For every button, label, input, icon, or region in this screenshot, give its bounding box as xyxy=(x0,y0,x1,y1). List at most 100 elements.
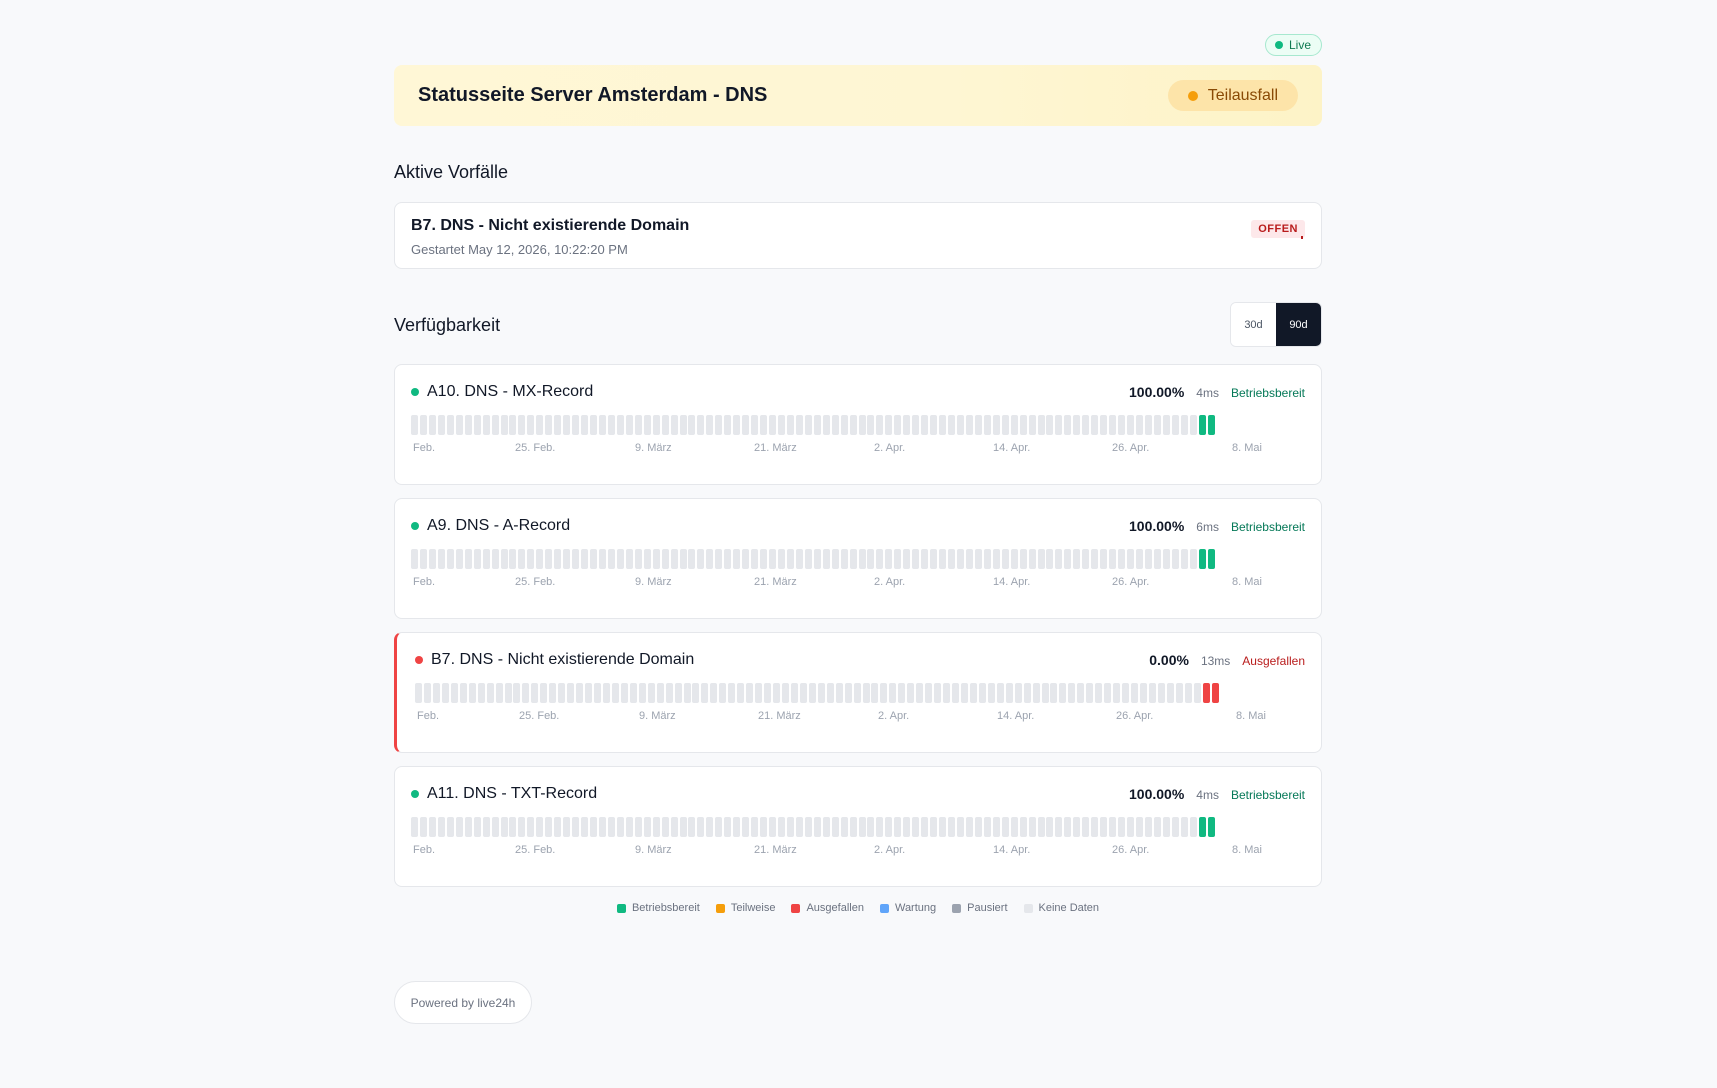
uptime-bar-no-data[interactable] xyxy=(1109,549,1117,569)
uptime-bar-no-data[interactable] xyxy=(715,415,723,435)
uptime-bar-no-data[interactable] xyxy=(867,549,875,569)
uptime-bar-no-data[interactable] xyxy=(1028,549,1036,569)
uptime-bar-no-data[interactable] xyxy=(826,683,834,703)
uptime-bar-no-data[interactable] xyxy=(733,817,741,837)
uptime-bar-no-data[interactable] xyxy=(751,549,759,569)
uptime-bar-no-data[interactable] xyxy=(581,549,589,569)
uptime-bar-no-data[interactable] xyxy=(760,415,768,435)
uptime-bar-no-data[interactable] xyxy=(1184,683,1192,703)
uptime-bar-no-data[interactable] xyxy=(795,549,803,569)
uptime-bar-no-data[interactable] xyxy=(1189,817,1197,837)
uptime-bar-no-data[interactable] xyxy=(858,817,866,837)
uptime-bar-no-data[interactable] xyxy=(473,415,481,435)
uptime-bar-no-data[interactable] xyxy=(1073,415,1081,435)
uptime-bar-no-data[interactable] xyxy=(849,415,857,435)
uptime-bar-no-data[interactable] xyxy=(554,817,562,837)
uptime-bar-no-data[interactable] xyxy=(885,817,893,837)
uptime-bar-no-data[interactable] xyxy=(912,817,920,837)
uptime-bar-no-data[interactable] xyxy=(518,549,526,569)
uptime-bar-no-data[interactable] xyxy=(996,683,1004,703)
uptime-bar-no-data[interactable] xyxy=(1073,817,1081,837)
uptime-bar-no-data[interactable] xyxy=(965,415,973,435)
uptime-bar-no-data[interactable] xyxy=(983,549,991,569)
uptime-bar-no-data[interactable] xyxy=(509,415,517,435)
uptime-bar-no-data[interactable] xyxy=(1135,415,1143,435)
uptime-bar-no-data[interactable] xyxy=(464,817,472,837)
uptime-bar-no-data[interactable] xyxy=(1135,817,1143,837)
uptime-bar-no-data[interactable] xyxy=(724,549,732,569)
uptime-bar-no-data[interactable] xyxy=(563,817,571,837)
uptime-bar-no-data[interactable] xyxy=(1189,549,1197,569)
uptime-bar-no-data[interactable] xyxy=(563,549,571,569)
uptime-bar-no-data[interactable] xyxy=(835,683,843,703)
uptime-bar-no-data[interactable] xyxy=(1166,683,1174,703)
uptime-bar-no-data[interactable] xyxy=(482,549,490,569)
uptime-bar-no-data[interactable] xyxy=(1082,415,1090,435)
uptime-bar-no-data[interactable] xyxy=(1073,549,1081,569)
uptime-bar-no-data[interactable] xyxy=(952,683,959,703)
uptime-bar-no-data[interactable] xyxy=(688,549,696,569)
uptime-bar-no-data[interactable] xyxy=(943,683,951,703)
uptime-bar-no-data[interactable] xyxy=(844,683,852,703)
uptime-bar-no-data[interactable] xyxy=(786,817,794,837)
uptime-bar-no-data[interactable] xyxy=(1148,683,1156,703)
powered-by-link[interactable]: Powered by live24h xyxy=(394,981,532,1024)
uptime-bar-no-data[interactable] xyxy=(1113,683,1121,703)
uptime-bar-no-data[interactable] xyxy=(455,549,463,569)
uptime-bar-no-data[interactable] xyxy=(518,817,526,837)
uptime-bar-status[interactable] xyxy=(1211,683,1219,703)
uptime-bar-no-data[interactable] xyxy=(1162,549,1170,569)
uptime-bar-no-data[interactable] xyxy=(974,415,982,435)
uptime-bar-no-data[interactable] xyxy=(894,415,902,435)
uptime-bar-no-data[interactable] xyxy=(956,549,964,569)
uptime-bar-no-data[interactable] xyxy=(697,415,705,435)
uptime-bar-no-data[interactable] xyxy=(742,415,750,435)
uptime-bar-status[interactable] xyxy=(1207,549,1215,569)
uptime-bar-no-data[interactable] xyxy=(742,817,750,837)
uptime-bar-no-data[interactable] xyxy=(482,415,490,435)
uptime-bar-no-data[interactable] xyxy=(670,817,678,837)
uptime-bar-no-data[interactable] xyxy=(670,415,678,435)
uptime-bar-no-data[interactable] xyxy=(473,549,481,569)
uptime-bar-no-data[interactable] xyxy=(581,817,589,837)
uptime-bar-status[interactable] xyxy=(1207,415,1215,435)
uptime-bar-no-data[interactable] xyxy=(1064,817,1072,837)
uptime-bar-no-data[interactable] xyxy=(411,415,418,435)
uptime-bar-no-data[interactable] xyxy=(616,415,624,435)
uptime-bar-no-data[interactable] xyxy=(867,817,875,837)
uptime-bar-no-data[interactable] xyxy=(930,549,938,569)
monitor-card[interactable]: B7. DNS - Nicht existierende Domain 0.00%… xyxy=(394,632,1322,753)
uptime-bar-no-data[interactable] xyxy=(1162,817,1170,837)
uptime-bar-no-data[interactable] xyxy=(455,817,463,837)
uptime-bar-no-data[interactable] xyxy=(585,683,593,703)
uptime-bar-no-data[interactable] xyxy=(706,549,714,569)
uptime-bar-no-data[interactable] xyxy=(1175,683,1183,703)
uptime-bar-no-data[interactable] xyxy=(853,683,861,703)
uptime-bar-no-data[interactable] xyxy=(799,683,807,703)
uptime-bar-status[interactable] xyxy=(1198,415,1206,435)
uptime-bar-no-data[interactable] xyxy=(527,817,535,837)
uptime-bar-no-data[interactable] xyxy=(419,817,427,837)
uptime-bar-no-data[interactable] xyxy=(1104,683,1112,703)
incident-card[interactable]: B7. DNS - Nicht existierende Domain Gest… xyxy=(394,202,1322,269)
uptime-bar-no-data[interactable] xyxy=(1131,683,1138,703)
uptime-bar-no-data[interactable] xyxy=(876,817,884,837)
uptime-bar-no-data[interactable] xyxy=(558,683,566,703)
uptime-bar-no-data[interactable] xyxy=(491,415,499,435)
monitor-card[interactable]: A9. DNS - A-Record 100.00% 6ms Betriebsbere… xyxy=(394,498,1322,619)
uptime-bar-no-data[interactable] xyxy=(1153,549,1161,569)
uptime-bar-no-data[interactable] xyxy=(504,683,512,703)
uptime-bar-no-data[interactable] xyxy=(1055,817,1063,837)
uptime-bar-no-data[interactable] xyxy=(1193,683,1201,703)
uptime-bar-no-data[interactable] xyxy=(862,683,870,703)
uptime-bar-no-data[interactable] xyxy=(509,817,517,837)
uptime-bar-no-data[interactable] xyxy=(903,549,911,569)
uptime-bar-no-data[interactable] xyxy=(813,415,821,435)
uptime-bar-no-data[interactable] xyxy=(1118,817,1126,837)
uptime-bar-no-data[interactable] xyxy=(1037,817,1045,837)
uptime-bar-no-data[interactable] xyxy=(795,817,803,837)
uptime-bar-no-data[interactable] xyxy=(817,683,825,703)
uptime-bar-no-data[interactable] xyxy=(1001,817,1009,837)
uptime-bar-no-data[interactable] xyxy=(769,817,776,837)
uptime-bar-no-data[interactable] xyxy=(572,415,580,435)
